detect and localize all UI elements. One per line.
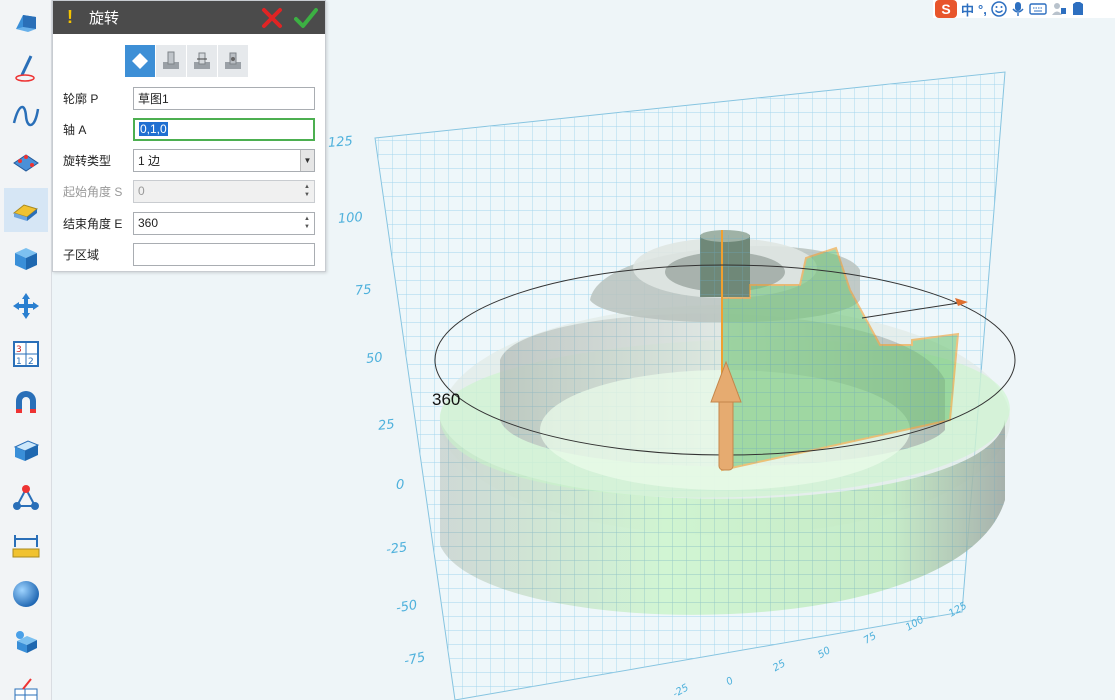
surface-icon[interactable] bbox=[4, 140, 48, 184]
ok-button[interactable] bbox=[293, 5, 319, 31]
start-angle-value: 0 bbox=[138, 184, 145, 198]
mode-add-button[interactable] bbox=[156, 45, 186, 77]
axis-row: 轴 A 0,1,0 bbox=[53, 116, 325, 142]
left-toolbar: 321 bbox=[0, 0, 52, 700]
box-primitive-icon[interactable] bbox=[4, 236, 48, 280]
close-icon bbox=[262, 8, 282, 28]
dialog-title-bar: ! 旋转 bbox=[53, 1, 325, 34]
z-tick: -50 bbox=[395, 598, 419, 616]
dialog-title: 旋转 bbox=[89, 10, 120, 27]
spinner-icon: ▲ ▼ bbox=[304, 183, 310, 198]
end-angle-label: 结束角度 E bbox=[63, 216, 123, 231]
axis-label: 轴 A bbox=[63, 122, 87, 137]
start-angle-field: 0 ▲ ▼ bbox=[133, 179, 315, 203]
spinner-icon[interactable]: ▲ ▼ bbox=[302, 215, 312, 232]
start-angle-row: 起始角度 S 0 ▲ ▼ bbox=[53, 178, 325, 204]
boolean-remove-icon bbox=[194, 52, 210, 69]
x-tick: 0 bbox=[725, 675, 736, 688]
z-tick: -75 bbox=[403, 650, 427, 669]
feature-edit-icon[interactable] bbox=[4, 188, 48, 232]
user-icon[interactable] bbox=[1051, 1, 1067, 17]
microphone-icon[interactable] bbox=[1011, 1, 1025, 17]
end-angle-field[interactable]: 360 ▲ ▼ bbox=[133, 211, 315, 235]
z-tick: 50 bbox=[365, 350, 383, 367]
svg-text:1: 1 bbox=[16, 357, 22, 367]
ime-language[interactable]: 中 bbox=[961, 0, 974, 19]
mode-new-body-button[interactable] bbox=[125, 45, 155, 77]
drawing-icon[interactable] bbox=[4, 668, 48, 700]
revolve-type-value: 1 边 bbox=[138, 153, 161, 168]
subregion-row: 子区域 bbox=[53, 241, 325, 267]
emoji-icon[interactable] bbox=[991, 1, 1007, 17]
svg-text:2: 2 bbox=[28, 357, 34, 367]
start-angle-label: 起始角度 S bbox=[63, 184, 123, 199]
z-tick: 25 bbox=[377, 417, 395, 434]
end-angle-row: 结束角度 E 360 ▲ ▼ bbox=[53, 210, 325, 236]
revolve-type-select[interactable]: 1 边 ▼ bbox=[133, 148, 315, 172]
curve-icon[interactable] bbox=[4, 94, 48, 138]
angle-label: 360 bbox=[432, 390, 460, 409]
subregion-label: 子区域 bbox=[63, 247, 100, 262]
mode-remove-button[interactable] bbox=[187, 45, 217, 77]
warning-icon: ! bbox=[67, 7, 73, 27]
ime-logo[interactable]: S bbox=[935, 0, 957, 18]
sketch-pencil-icon[interactable] bbox=[4, 46, 48, 90]
graph-nodes-icon[interactable] bbox=[4, 476, 48, 520]
shell-icon[interactable] bbox=[4, 428, 48, 472]
x-tick: 50 bbox=[816, 645, 833, 661]
z-tick: 125 bbox=[328, 134, 354, 151]
measure-icon[interactable] bbox=[4, 524, 48, 568]
x-tick: 75 bbox=[862, 631, 879, 647]
x-tick: -25 bbox=[671, 682, 691, 700]
boolean-intersect-icon bbox=[225, 52, 241, 69]
revolve-dialog: ! 旋转 轮廓 P 草图1 轴 A 0,1,0 旋转类型 1 边 ▼ 起始角度 … bbox=[52, 0, 326, 272]
pattern-grid-icon[interactable]: 321 bbox=[4, 332, 48, 376]
axis-field[interactable]: 0,1,0 bbox=[133, 117, 315, 141]
skin-icon[interactable] bbox=[1071, 1, 1085, 17]
check-icon bbox=[294, 8, 318, 28]
subregion-field[interactable] bbox=[133, 242, 315, 266]
profile-row: 轮廓 P 草图1 bbox=[53, 85, 325, 111]
type-row: 旋转类型 1 边 ▼ bbox=[53, 147, 325, 173]
ime-toolbar: S 中 °, bbox=[933, 0, 1115, 18]
axis-value: 0,1,0 bbox=[139, 122, 168, 136]
x-tick: 25 bbox=[771, 658, 788, 674]
z-tick: 100 bbox=[338, 210, 364, 227]
revolve-mode-toolbar bbox=[125, 45, 248, 77]
sphere-icon[interactable] bbox=[4, 572, 48, 616]
mode-intersect-button[interactable] bbox=[218, 45, 248, 77]
keyboard-icon[interactable] bbox=[1029, 2, 1047, 16]
z-tick: 75 bbox=[354, 282, 372, 298]
profile-label: 轮廓 P bbox=[63, 91, 99, 106]
svg-text:3: 3 bbox=[16, 345, 22, 355]
move-arrows-icon[interactable] bbox=[4, 284, 48, 328]
chevron-down-icon[interactable]: ▼ bbox=[300, 149, 314, 171]
z-tick: 0 bbox=[396, 478, 404, 493]
revolve-type-label: 旋转类型 bbox=[63, 153, 112, 168]
z-tick: -25 bbox=[385, 540, 408, 558]
diamond-icon bbox=[132, 53, 148, 69]
end-angle-value: 360 bbox=[138, 216, 159, 230]
ime-punctuation[interactable]: °, bbox=[978, 2, 987, 17]
magnet-icon[interactable] bbox=[4, 380, 48, 424]
cancel-button[interactable] bbox=[259, 5, 285, 31]
boolean-add-icon bbox=[163, 51, 179, 69]
assembly-icon[interactable] bbox=[4, 620, 48, 664]
solid-cube-icon[interactable] bbox=[4, 0, 48, 44]
profile-field[interactable]: 草图1 bbox=[133, 86, 315, 110]
